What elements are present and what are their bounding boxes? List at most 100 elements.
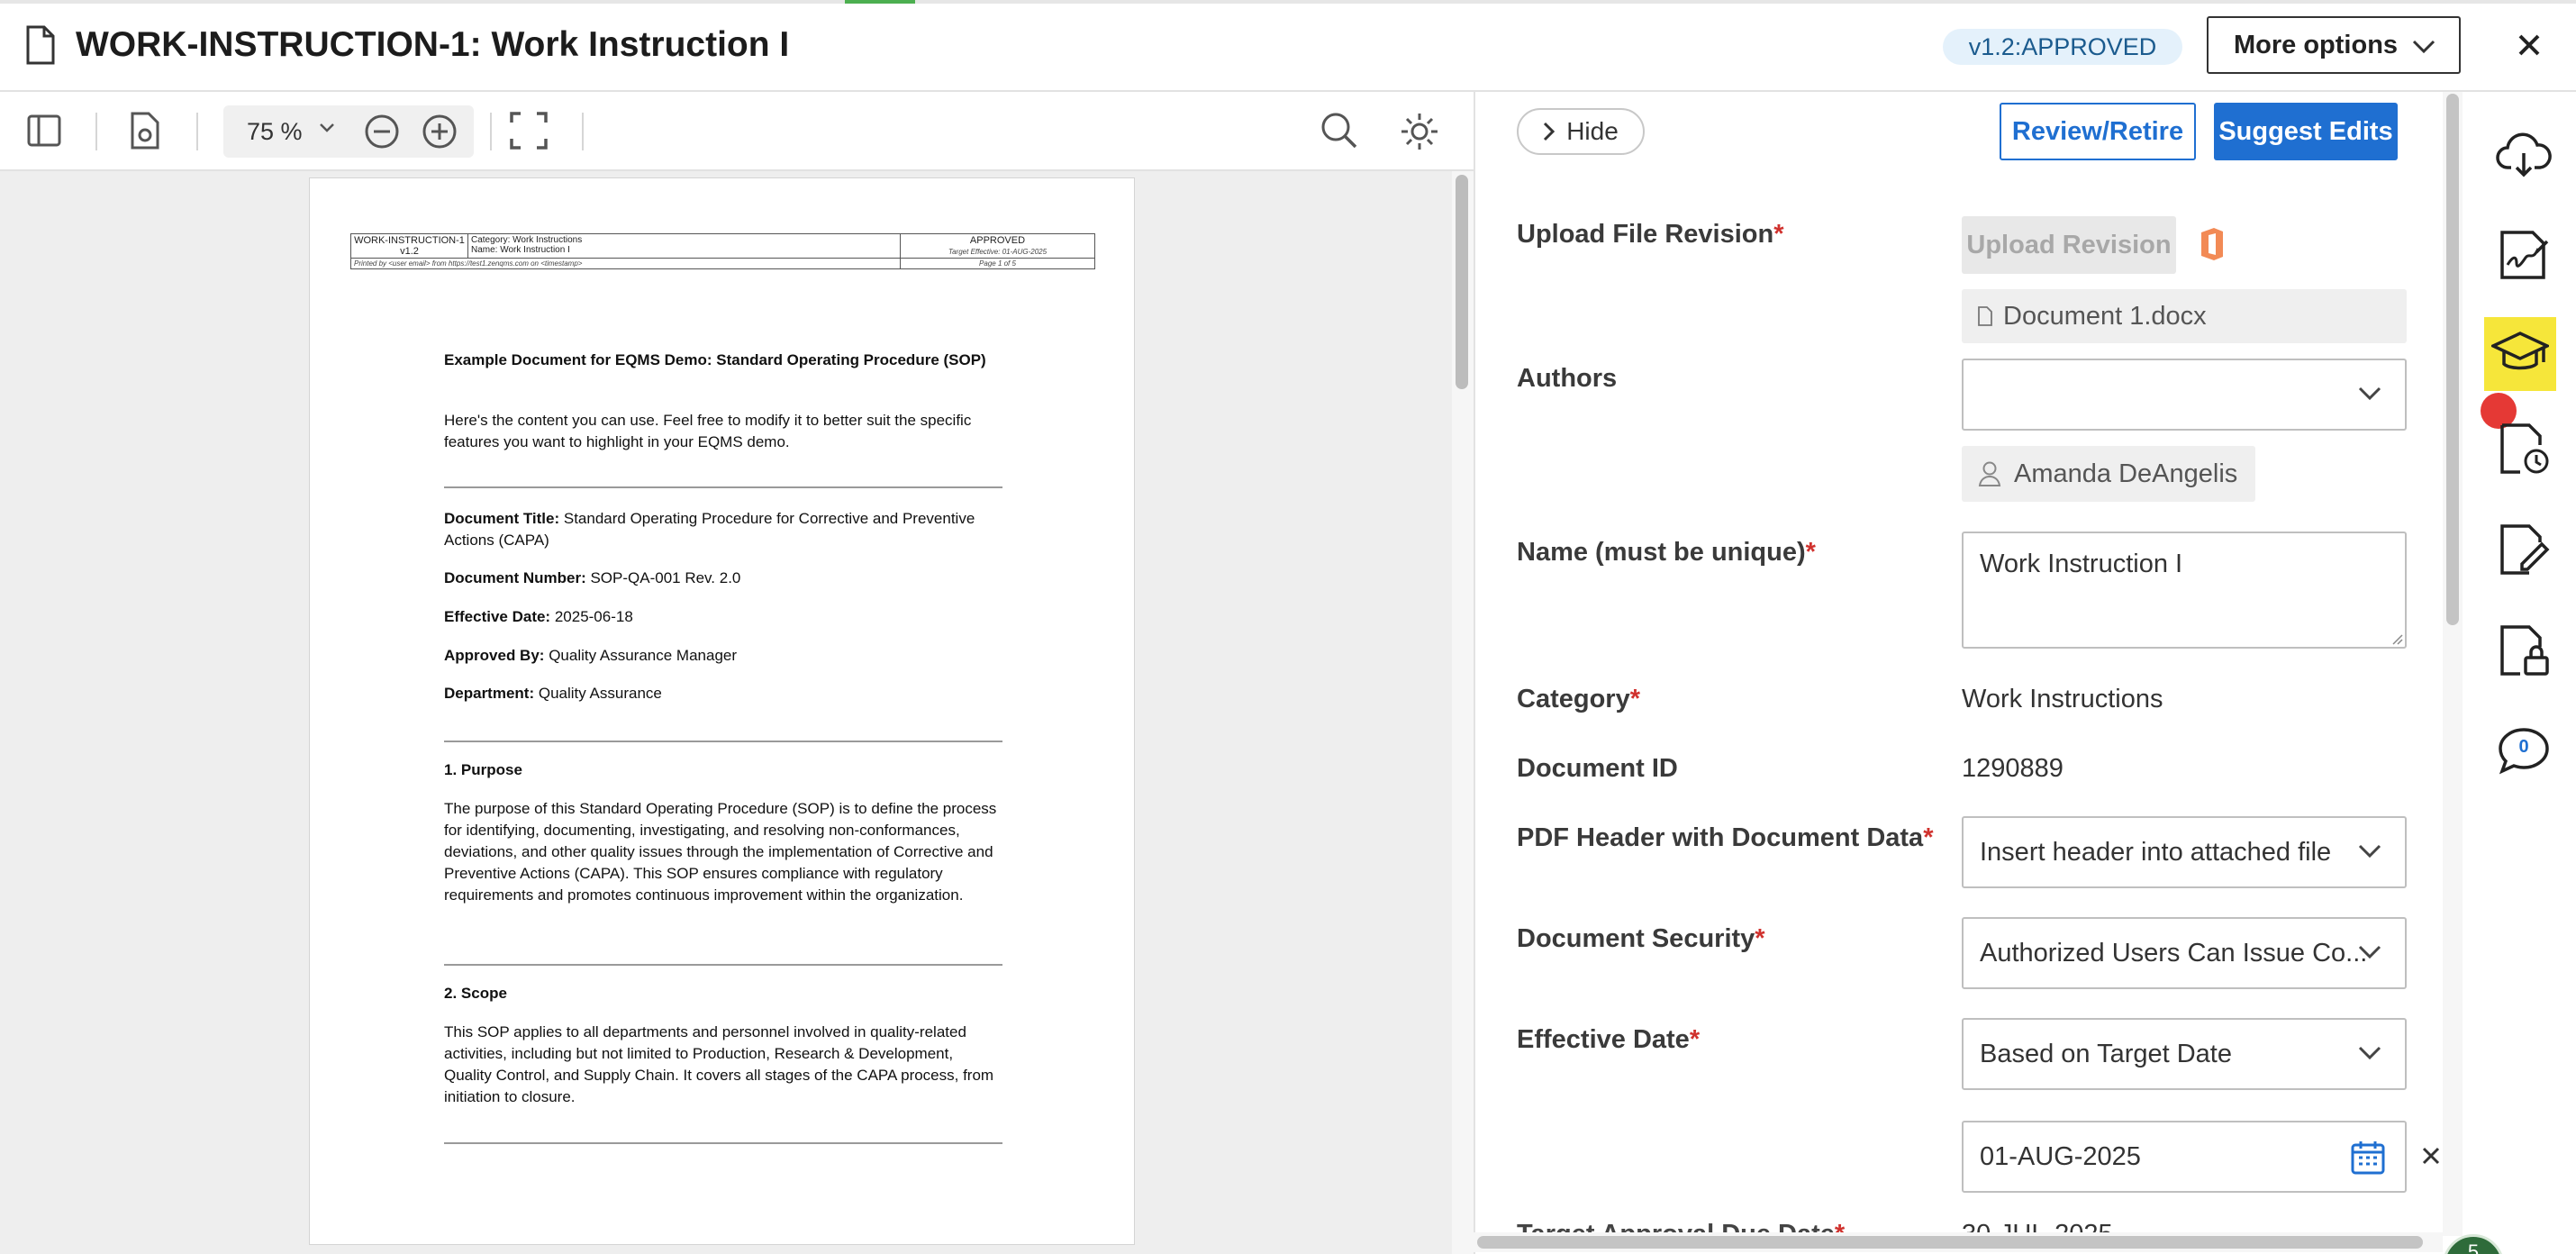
file-name: Document 1.docx: [2003, 301, 2207, 331]
cut-off-label: Target Approval Due Date*: [1517, 1220, 1845, 1232]
page-title: WORK-INSTRUCTION-1: Work Instruction I: [76, 25, 790, 64]
doc-purpose-text: The purpose of this Standard Operating P…: [444, 800, 997, 904]
panel-scrollbar[interactable]: [2443, 92, 2463, 1236]
pdf-header-label: PDF Header with Document Data*: [1517, 823, 1934, 852]
toolbar-divider: [95, 113, 97, 150]
suggest-edits-button[interactable]: Suggest Edits: [2214, 103, 2398, 160]
chevron-down-icon: [2358, 844, 2381, 859]
doc-purpose-heading: 1. Purpose: [444, 761, 522, 778]
author-name: Amanda DeAngelis: [2014, 459, 2238, 488]
file-icon: [1978, 306, 1992, 326]
divider: [444, 1142, 1002, 1144]
doc-intro: Here's the content you can use. Feel fre…: [444, 412, 972, 450]
document-settings-icon[interactable]: [130, 112, 160, 150]
panel-horizontal-scrollbar[interactable]: [1474, 1232, 2443, 1252]
doc-number-line: Document Number: SOP-QA-001 Rev. 2.0: [444, 569, 741, 586]
name-input[interactable]: Work Instruction I: [1962, 532, 2407, 649]
pdf-header-select[interactable]: Insert header into attached file: [1962, 816, 2407, 888]
office-icon[interactable]: [2198, 227, 2225, 261]
divider: [444, 486, 1002, 488]
effective-date-select[interactable]: Based on Target Date: [1962, 1018, 2407, 1090]
document-security-label: Document Security*: [1517, 924, 1765, 953]
attached-file-chip[interactable]: Document 1.docx: [1962, 289, 2407, 343]
fullscreen-icon[interactable]: [510, 112, 548, 150]
scrollbar-thumb[interactable]: [2446, 94, 2459, 625]
chevron-down-icon: [2358, 386, 2381, 401]
document-id-label: Document ID: [1517, 754, 1678, 783]
cut-off-value: 30-JUL-2025: [1962, 1220, 2113, 1232]
toolbar-divider: [196, 113, 198, 150]
author-chip[interactable]: Amanda DeAngelis: [1962, 446, 2255, 502]
cut-off-row: Target Approval Due Date* 30-JUL-2025: [1474, 1218, 2443, 1232]
calendar-icon[interactable]: [2351, 1140, 2385, 1175]
pdf-header-value: Insert header into attached file: [1980, 837, 2332, 867]
doc-title-line: Document Title: Standard Operating Proce…: [444, 510, 975, 549]
date-input[interactable]: 01-AUG-2025: [1962, 1121, 2407, 1193]
viewer-toolbar: [0, 92, 1474, 171]
hide-label: Hide: [1566, 117, 1619, 145]
avatar-badge: 5: [2443, 1234, 2504, 1254]
hide-panel-button[interactable]: Hide: [1517, 108, 1645, 155]
divider: [444, 741, 1002, 742]
partial-avatar[interactable]: 5: [2443, 1234, 2504, 1254]
header-category: Category: Work Instructions: [471, 235, 583, 245]
comments-count: 0: [2518, 737, 2529, 757]
divider: [444, 964, 1002, 966]
document-id-value: 1290889: [1962, 754, 2064, 783]
doc-scope-text: This SOP applies to all departments and …: [444, 1023, 994, 1105]
header-doc-id: WORK-INSTRUCTION-1: [354, 235, 465, 246]
document-lock-icon[interactable]: [2495, 622, 2553, 679]
authors-select[interactable]: [1962, 359, 2407, 431]
authors-label: Authors: [1517, 364, 1618, 393]
scrollbar-thumb[interactable]: [1456, 175, 1468, 389]
document-signature-icon[interactable]: [2495, 225, 2553, 283]
document-history-icon[interactable]: [2495, 420, 2553, 477]
chevron-down-icon: [2358, 945, 2381, 959]
document-security-value: Authorized Users Can Issue Co...: [1980, 938, 2368, 968]
name-label: Name (must be unique)*: [1517, 538, 1816, 567]
document-page: WORK-INSTRUCTION-1 v1.2 Category: Work In…: [309, 177, 1135, 1245]
graduation-cap-icon[interactable]: [2491, 326, 2549, 380]
zoom-level-select[interactable]: 75 %: [247, 118, 303, 146]
more-options-label: More options: [2234, 30, 2399, 59]
chevron-down-icon: [2358, 1046, 2381, 1060]
header-page: Page 1 of 5: [900, 258, 1095, 269]
gear-icon[interactable]: [1400, 112, 1439, 151]
document-icon: [26, 25, 55, 65]
category-value: Work Instructions: [1962, 685, 2163, 713]
doc-scope-heading: 2. Scope: [444, 985, 507, 1002]
review-retire-button[interactable]: Review/Retire: [2000, 103, 2196, 160]
upload-revision-button[interactable]: Upload Revision: [1962, 216, 2176, 274]
resize-handle-icon[interactable]: [2390, 632, 2403, 645]
zoom-in-icon[interactable]: [422, 114, 458, 150]
version-status-badge: v1.2:APPROVED: [1943, 29, 2182, 65]
user-icon: [1978, 461, 2001, 486]
chevron-down-icon: [2412, 40, 2435, 54]
document-edit-icon[interactable]: [2495, 521, 2553, 578]
doc-effective-line: Effective Date: 2025-06-18: [444, 608, 633, 625]
header-printed: Printed by <user email> from https://tes…: [350, 258, 901, 269]
zoom-out-icon[interactable]: [364, 114, 400, 150]
name-input-value: Work Instruction I: [1980, 550, 2183, 578]
doc-approved-line: Approved By: Quality Assurance Manager: [444, 647, 738, 664]
close-icon[interactable]: [2511, 27, 2547, 63]
scrollbar-thumb[interactable]: [1477, 1236, 2423, 1249]
document-scrollbar[interactable]: [1452, 171, 1474, 1254]
document-header-table: WORK-INSTRUCTION-1 v1.2 Category: Work In…: [350, 233, 1095, 269]
header-name: Name: Work Instruction I: [471, 245, 570, 255]
category-label: Category*: [1517, 685, 1640, 713]
upload-revision-label: Upload File Revision*: [1517, 220, 1784, 249]
document-security-select[interactable]: Authorized Users Can Issue Co...: [1962, 917, 2407, 989]
chevron-right-icon: [1544, 122, 1556, 141]
more-options-dropdown[interactable]: More options: [2207, 16, 2461, 74]
search-icon[interactable]: [1320, 112, 1358, 150]
header-target: Target Effective: 01-AUG-2025: [948, 248, 1048, 256]
chevron-down-icon[interactable]: [319, 123, 335, 133]
header-status: APPROVED: [969, 235, 1026, 246]
sidebar-toggle-icon[interactable]: [27, 114, 61, 148]
cloud-download-icon[interactable]: [2495, 126, 2553, 184]
effective-date-value: Based on Target Date: [1980, 1039, 2232, 1068]
clear-date-icon[interactable]: [2421, 1146, 2441, 1166]
effective-date-label: Effective Date*: [1517, 1025, 1701, 1054]
header-version: v1.2: [400, 246, 419, 257]
